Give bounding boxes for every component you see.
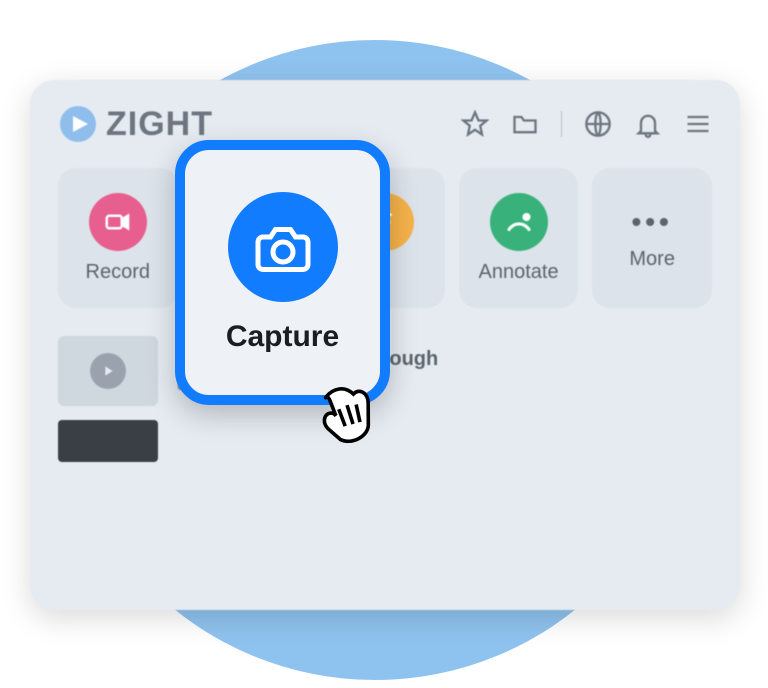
capture-highlight-label: Capture xyxy=(226,320,339,354)
annotate-label: Annotate xyxy=(479,261,559,284)
brand: ZIGHT xyxy=(58,104,213,144)
video-thumbnail xyxy=(58,336,158,406)
globe-icon[interactable] xyxy=(584,110,612,138)
play-icon xyxy=(90,353,126,389)
capture-highlight-card[interactable]: Capture xyxy=(175,140,390,405)
star-icon[interactable] xyxy=(461,110,489,138)
record-label: Record xyxy=(86,261,150,284)
camera-icon xyxy=(228,192,338,302)
bell-icon[interactable] xyxy=(634,110,662,138)
record-tile[interactable]: Record xyxy=(58,168,178,308)
annotate-icon xyxy=(490,193,548,251)
more-tile[interactable]: ••• More xyxy=(592,168,712,308)
second-thumbnail xyxy=(58,420,158,462)
folder-icon[interactable] xyxy=(511,110,539,138)
header: ZIGHT xyxy=(58,104,712,144)
header-separator xyxy=(561,111,562,137)
annotate-tile[interactable]: Annotate xyxy=(459,168,579,308)
header-icons xyxy=(461,110,712,138)
pointer-cursor-icon xyxy=(300,370,390,460)
more-label: More xyxy=(629,248,675,271)
record-icon xyxy=(89,193,147,251)
menu-icon[interactable] xyxy=(684,110,712,138)
brand-name: ZIGHT xyxy=(106,105,213,144)
brand-logo-icon xyxy=(58,104,98,144)
more-icon: ••• xyxy=(631,206,672,238)
